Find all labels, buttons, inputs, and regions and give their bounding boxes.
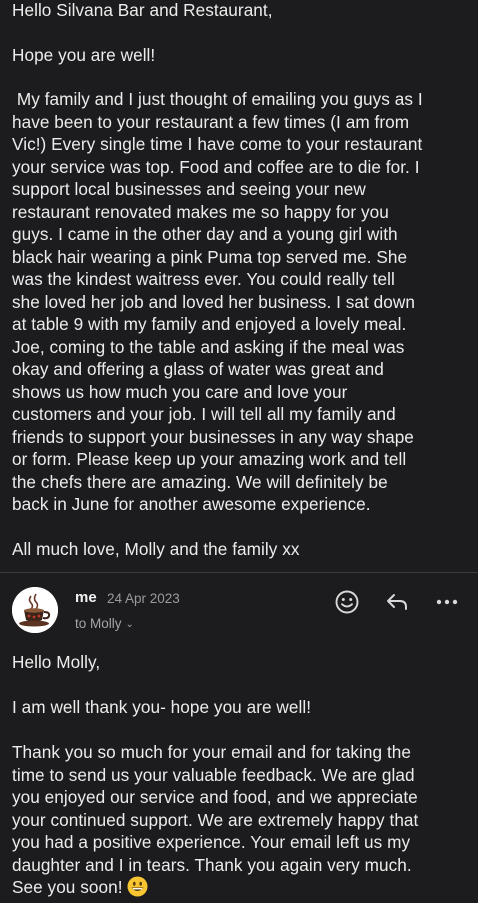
recipient-label: to Molly [75,616,122,631]
first-email-body-line: the chefs there are amazing. We will def… [12,471,388,492]
message-divider [0,572,478,573]
sent-date: 24 Apr 2023 [107,591,180,606]
chevron-down-icon: ⌄ [125,619,134,630]
reply-body-line: See you soon! [12,876,478,899]
first-email-body-line: black hair wearing a pink Puma top serve… [12,246,408,267]
first-email-body-line: customers and your job. I will tell all … [12,404,396,424]
grinning-face-emoji [127,876,148,897]
reply-arrow-icon[interactable] [384,589,410,615]
first-email-body-line: Vic!) Every single time I have come to y… [12,134,423,154]
first-email-body-line: your service was top. Food and coffee ar… [12,156,420,177]
reply-body-line: Thank you so much for your email and for… [12,742,412,762]
reply-body-line: your continued support. We are extremely… [12,809,419,830]
first-email-body-line: My family and I just thought of emailing… [12,89,423,109]
reply-paragraph: Thank you so much for your email and for… [12,741,478,899]
first-email-body-line: back in June for another awesome experie… [12,494,371,514]
coffee-cup-logo[interactable] [12,587,58,633]
first-email-body-line: she loved her job and loved her business… [12,291,415,312]
reply-body-line: time to send us your valuable feedback. … [12,764,415,785]
first-email-body-line: or form. Please keep up your amazing wor… [12,449,407,469]
first-email-body-line: friends to support your businesses in an… [12,426,414,447]
first-email-body-line: restaurant renovated makes me so happy f… [12,201,389,222]
first-email-body-line: okay and offering a glass of water was g… [12,359,384,379]
more-horizontal-icon[interactable] [434,589,460,615]
reply-body-line: daughter and I in tears. Thank you again… [12,854,412,875]
first-email-body-line: have been to your restaurant a few times… [12,111,410,132]
first-email-greeting: Hello Silvana Bar and Restaurant, [12,0,273,20]
first-email-signoff: All much love, Molly and the family xx [12,538,300,559]
first-email-body-line: was the kindest waitress ever. You could… [12,269,395,289]
first-email-body-line: Joe, coming to the table and asking if t… [12,336,405,357]
sender-name[interactable]: me [75,589,97,606]
first-email-opening: Hope you are well! [12,44,156,65]
first-email-body-line: at table 9 with my family and enjoyed a … [12,314,407,334]
first-email-body: Hello Silvana Bar and Restaurant, Hope y… [0,0,478,560]
first-email-body-line: guys. I came in the other day and a youn… [12,224,398,244]
reply-header: me 24 Apr 2023 to Molly ⌄ [0,583,478,639]
smiley-react-icon[interactable] [334,589,360,615]
first-email-body-line: support local businesses and seeing your… [12,179,366,199]
first-email-body-line: shows us how much you care and love your [12,381,348,402]
recipient-details-toggle[interactable]: to Molly ⌄ [75,616,134,631]
reply-greeting: Hello Molly, [12,652,101,672]
reply-line-1: I am well thank you- hope you are well! [12,697,312,717]
reply-email-body: Hello Molly, I am well thank you- hope y… [0,651,478,899]
reply-body-line: you had a positive experience. Your emai… [12,832,411,852]
reply-body-line: you enjoyed our service and food, and we… [12,787,418,807]
first-email-paragraph: My family and I just thought of emailing… [12,88,464,516]
